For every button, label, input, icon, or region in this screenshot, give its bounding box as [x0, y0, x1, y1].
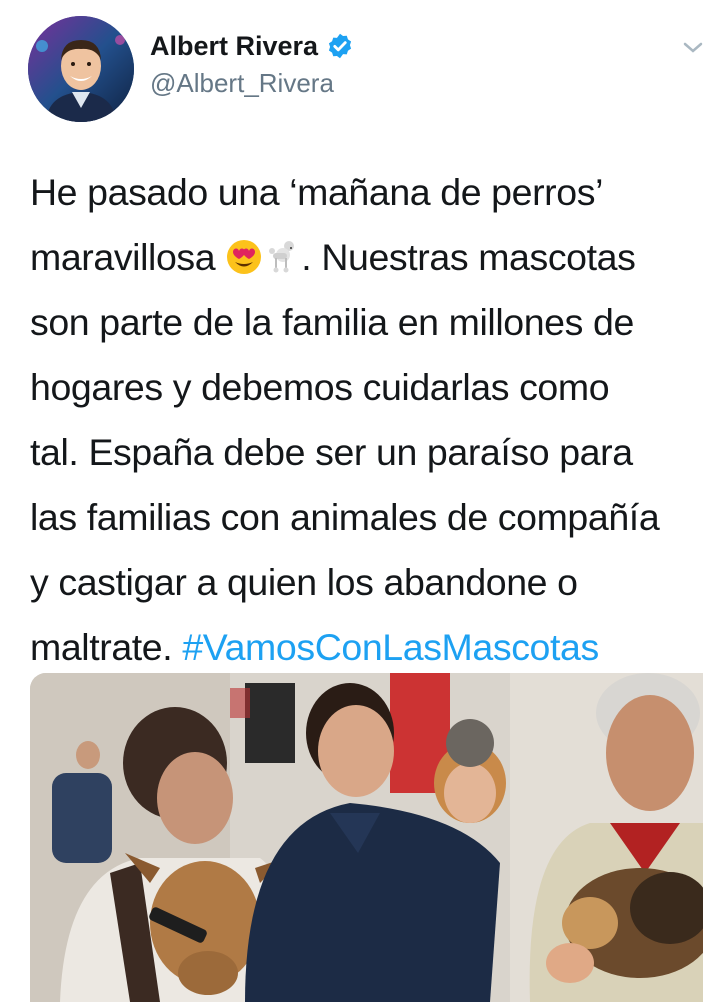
people-with-dogs-photo-icon: [30, 673, 703, 1002]
author-handle[interactable]: @Albert_Rivera: [150, 68, 334, 98]
heart-eyes-emoji-icon: [227, 240, 262, 274]
tweet-line: las familias con animales de compañía: [30, 496, 660, 538]
poodle-emoji-icon: [269, 241, 295, 273]
tweet: Albert Rivera @Albert_Rivera He pasado u…: [0, 0, 703, 1002]
tweet-photo[interactable]: [30, 673, 703, 1002]
author-name-row[interactable]: Albert Rivera: [150, 30, 354, 62]
tweet-line: maravillosa . Nuestras mascotas: [30, 225, 703, 290]
tweet-line-text: maravillosa: [30, 236, 216, 278]
avatar[interactable]: [28, 16, 134, 122]
author-display-name[interactable]: Albert Rivera: [150, 30, 318, 62]
tweet-line: y castigar a quien los abandone o: [30, 561, 578, 603]
verified-badge-icon: [328, 33, 352, 59]
tweet-line: maltrate. #VamosConLasMascotas: [30, 615, 703, 680]
tweet-line-text: . Nuestras mascotas: [301, 236, 636, 278]
chevron-down-icon[interactable]: [681, 40, 703, 56]
profile-photo-icon: [28, 16, 134, 122]
tweet-line-text: maltrate.: [30, 626, 183, 668]
tweet-text: He pasado una ‘mañana de perros’ maravil…: [30, 160, 703, 680]
tweet-line: son parte de la familia en millones de: [30, 301, 634, 343]
tweet-line: He pasado una ‘mañana de perros’: [30, 171, 604, 213]
hashtag-link[interactable]: #VamosConLasMascotas: [182, 626, 599, 668]
tweet-line: hogares y debemos cuidarlas como: [30, 366, 610, 408]
tweet-line: tal. España debe ser un paraíso para: [30, 431, 633, 473]
